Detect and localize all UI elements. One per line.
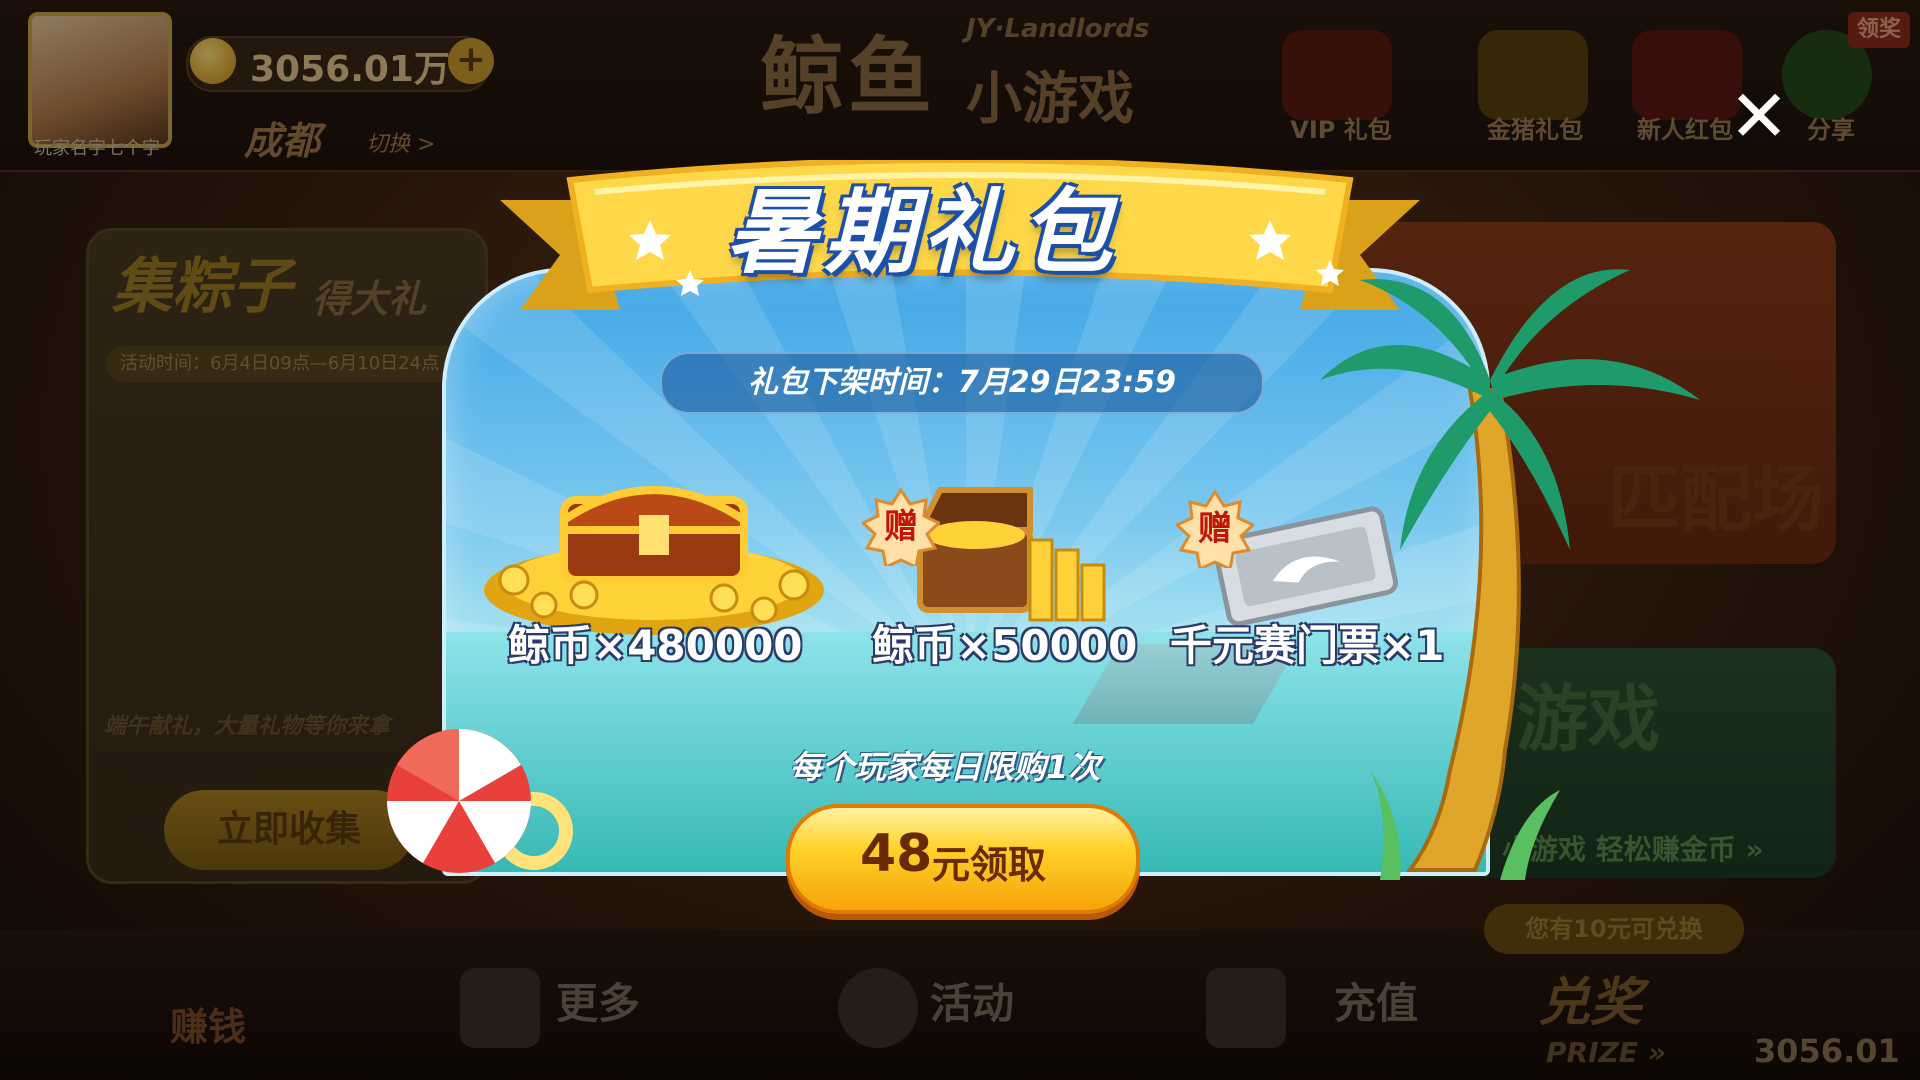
bonus-tag-coins: 赠 (884, 507, 918, 547)
popup-title: 暑期礼包 (726, 179, 1119, 286)
beach-umbrella-icon (387, 729, 573, 873)
item-label-main-coins: 鲸币×480000 (508, 621, 803, 670)
bonus-tag-ticket: 赠 (1198, 509, 1232, 549)
item-label-bonus-coins: 鲸币×50000 (872, 621, 1138, 670)
buy-price[interactable]: 48 (860, 824, 932, 884)
buy-button-label[interactable]: 元领取 (932, 834, 1046, 889)
offer-expiry-pill: 礼包下架时间：7月29日23:59 (660, 352, 1264, 414)
palm-tree-icon (1320, 269, 1700, 880)
close-popup-button[interactable]: ✕ (1726, 80, 1792, 152)
purchase-limit-text: 每个玩家每日限购1次 (790, 748, 1101, 786)
